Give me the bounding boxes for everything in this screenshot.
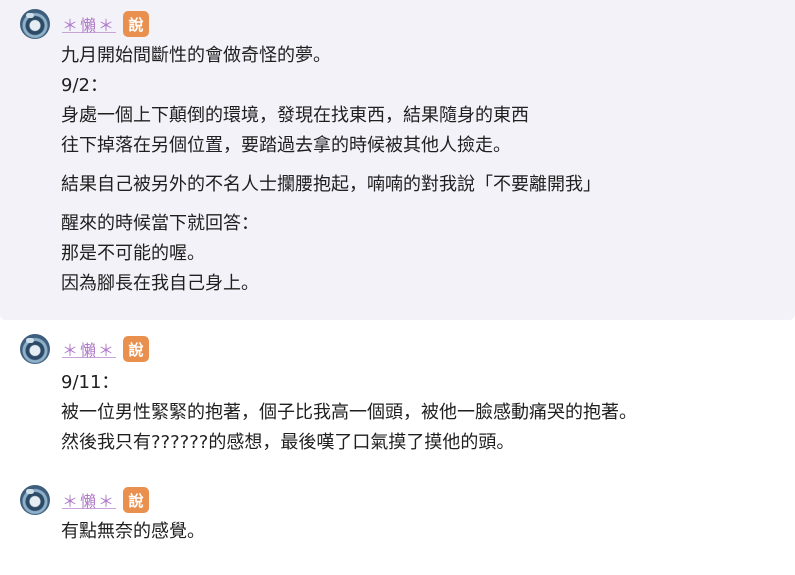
- say-badge: 說: [123, 11, 150, 37]
- avatar[interactable]: [20, 485, 50, 515]
- message-body: 九月開始間斷性的會做奇怪的夢。 9/2： 身處一個上下顛倒的環境，發現在找東西，…: [61, 41, 601, 299]
- message-header: ＊懶＊ 說: [20, 332, 150, 366]
- message-line: 9/11：: [61, 372, 120, 393]
- message-2: ＊懶＊ 說 9/11： 被一位男性緊緊的抱著，個子比我高一個頭，被他一臉感動痛哭…: [0, 320, 795, 470]
- message-1: ＊懶＊ 說 九月開始間斷性的會做奇怪的夢。 9/2： 身處一個上下顛倒的環境，發…: [0, 0, 795, 320]
- message-line: 因為腳長在我自己身上。: [61, 273, 259, 294]
- message-line: 身處一個上下顛倒的環境，發現在找東西，結果隨身的東西: [61, 105, 529, 126]
- message-line: 結果自己被另外的不名人士攔腰抱起，喃喃的對我說「不要離開我」: [61, 174, 601, 195]
- message-header: ＊懶＊ 說: [20, 7, 150, 41]
- message-body: 9/11： 被一位男性緊緊的抱著，個子比我高一個頭，被他一臉感動痛哭的抱著。 然…: [61, 368, 637, 458]
- author-name[interactable]: ＊懶＊: [62, 337, 116, 361]
- message-line: 被一位男性緊緊的抱著，個子比我高一個頭，被他一臉感動痛哭的抱著。: [61, 402, 637, 423]
- message-line: 然後我只有??????的感想，最後嘆了口氣摸了摸他的頭。: [61, 432, 515, 453]
- message-line: 九月開始間斷性的會做奇怪的夢。: [61, 45, 331, 66]
- say-badge: 說: [123, 487, 150, 513]
- message-3: ＊懶＊ 說 有點無奈的感覺。: [0, 470, 795, 575]
- message-header: ＊懶＊ 說: [20, 483, 150, 517]
- message-body: 有點無奈的感覺。: [61, 517, 205, 547]
- message-line: 那是不可能的喔。: [61, 243, 205, 264]
- say-badge: 說: [123, 336, 150, 362]
- author-name[interactable]: ＊懶＊: [62, 488, 116, 512]
- author-name[interactable]: ＊懶＊: [62, 12, 116, 36]
- message-line: 9/2：: [61, 75, 108, 96]
- avatar[interactable]: [20, 334, 50, 364]
- message-line: 有點無奈的感覺。: [61, 521, 205, 542]
- avatar[interactable]: [20, 9, 50, 39]
- message-line: 往下掉落在另個位置，要踏過去拿的時候被其他人撿走。: [61, 135, 511, 156]
- message-line: 醒來的時候當下就回答：: [61, 213, 259, 234]
